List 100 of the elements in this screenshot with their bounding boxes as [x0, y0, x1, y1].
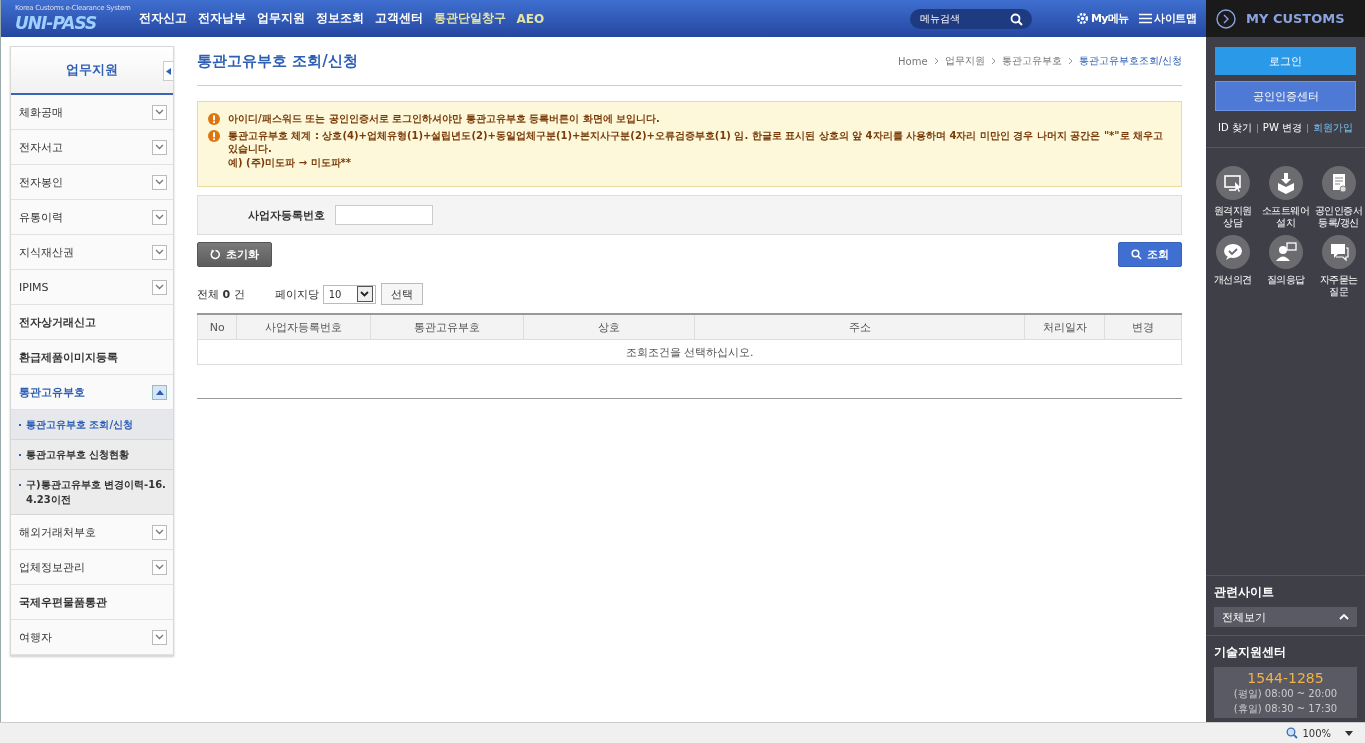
- submenu-item[interactable]: 통관고유부호 신청현황: [11, 440, 173, 470]
- certificate-center-button[interactable]: 공인인증센터: [1215, 81, 1356, 111]
- empty-message: 조회조건을 선택하십시오.: [197, 339, 1182, 365]
- column-header: No: [197, 314, 237, 340]
- sidebar-item[interactable]: 국제우편물품통관: [11, 585, 173, 620]
- page-size-select[interactable]: 10: [322, 284, 376, 304]
- per-page-label: 페이지당: [274, 286, 319, 302]
- sidebar-item[interactable]: 여행자: [11, 620, 173, 655]
- service-link[interactable]: 질의응답: [1259, 235, 1312, 298]
- account-link[interactable]: 회원가입: [1312, 121, 1353, 135]
- zoom-control[interactable]: 100%: [1286, 727, 1353, 739]
- sidebar-item-label: 유통이력: [19, 209, 63, 225]
- total-count: 전체 0 건: [197, 286, 245, 302]
- submenu-item[interactable]: 구)통관고유부호 변경이력-16.4.23이전: [11, 470, 173, 515]
- sidebar-item-label: 해외거래처부호: [19, 524, 96, 540]
- search-icon: [1131, 249, 1142, 260]
- toggle-icon[interactable]: [152, 629, 167, 645]
- sidebar-item[interactable]: 유통이력: [11, 200, 173, 235]
- warning-icon: [208, 129, 220, 142]
- sidebar-item[interactable]: 업체정보관리: [11, 550, 173, 585]
- toggle-icon[interactable]: [152, 104, 167, 120]
- warning-icon: [208, 113, 220, 125]
- page-title: 통관고유부호 조회/신청: [197, 51, 358, 71]
- sidebar-item-label: 지식재산권: [19, 244, 74, 260]
- breadcrumb-link[interactable]: 통관고유부호: [1001, 54, 1062, 68]
- sidebar-item-label: 국제우편물품통관: [19, 594, 107, 610]
- search-icon[interactable]: [1009, 12, 1023, 26]
- sidebar-item[interactable]: 체화공매: [11, 95, 173, 130]
- sidebar-item[interactable]: 전자상거래신고: [11, 305, 173, 340]
- menu-search-field[interactable]: 메뉴검색: [909, 8, 1032, 29]
- column-header: 사업자등록번호: [236, 314, 371, 340]
- my-menu-link[interactable]: My메뉴: [1075, 11, 1129, 26]
- service-link[interactable]: 개선의견: [1206, 235, 1259, 298]
- speech-bubbles-icon: [1321, 235, 1356, 269]
- toggle-icon[interactable]: [152, 209, 167, 225]
- nav-link[interactable]: 전자신고: [138, 10, 187, 27]
- sidebar-item[interactable]: 전자봉인: [11, 165, 173, 200]
- sidebar-item-label: 전자봉인: [19, 174, 63, 190]
- account-link[interactable]: PW 변경: [1262, 121, 1302, 135]
- certificate-icon: [1321, 166, 1356, 200]
- toggle-icon[interactable]: [152, 559, 167, 575]
- column-header: 변경: [1104, 314, 1182, 340]
- account-link[interactable]: ID 찾기: [1218, 121, 1252, 135]
- submenu-item[interactable]: 통관고유부호 조회/신청: [11, 410, 173, 440]
- breadcrumb-link[interactable]: 업무지원: [944, 54, 985, 68]
- logo-text: UNI-PASS: [15, 13, 97, 33]
- sidebar-item-label: IPIMS: [19, 280, 49, 294]
- collapse-sidebar-button[interactable]: [163, 61, 173, 81]
- sidebar-item-label: 전자상거래신고: [19, 314, 96, 330]
- nav-link[interactable]: 정보조회: [315, 10, 364, 27]
- sidebar-item[interactable]: 환급제품이미지등록: [11, 340, 173, 375]
- field-label: 사업자등록번호: [248, 207, 325, 223]
- sidebar-item-label: 여행자: [19, 629, 52, 645]
- toggle-icon[interactable]: [152, 524, 167, 540]
- chevron-icon: [1067, 55, 1073, 67]
- sidebar-item[interactable]: 통관고유부호: [11, 375, 173, 410]
- refresh-icon: [210, 249, 221, 260]
- notice-text: 통관고유부호 체계 : 상호(4)+업체유형(1)+설립년도(2)+동일업체구분(1)+본지사구분(2)+오류검증부호(1) 임. 한글로 표시된 상호의 앞 4자리를 사용하며 4자리 미만인 경우 나머지 공간은 "*"로 채우고 있습니다.: [228, 128, 1165, 156]
- zoom-icon: [1286, 727, 1299, 739]
- service-link[interactable]: 소프트웨어 설치: [1259, 166, 1312, 229]
- service-link[interactable]: 자주묻는 질문: [1312, 235, 1365, 298]
- sitemap-link[interactable]: 사이트맵: [1139, 11, 1196, 26]
- search-button[interactable]: 조회: [1118, 242, 1182, 267]
- sidebar-item[interactable]: 해외거래처부호: [11, 515, 173, 550]
- column-header: 처리일자: [1024, 314, 1105, 340]
- gear-icon: [1075, 12, 1089, 25]
- chevron-icon: [933, 55, 939, 67]
- nav-link[interactable]: 고객센터: [374, 10, 423, 27]
- nav-link[interactable]: 업무지원: [256, 10, 305, 27]
- chevron-icon: [990, 55, 996, 67]
- nav-link[interactable]: 전자납부: [197, 10, 246, 27]
- sidebar-item[interactable]: 전자서고: [11, 130, 173, 165]
- sidebar-item-label: 환급제품이미지등록: [19, 349, 118, 365]
- related-sites-select[interactable]: 전체보기: [1214, 607, 1357, 627]
- sidebar-item[interactable]: IPIMS: [11, 270, 173, 305]
- business-number-field[interactable]: [335, 205, 433, 225]
- download-box-icon: [1268, 166, 1303, 200]
- nav-link[interactable]: 통관단일창구: [433, 10, 506, 27]
- toggle-icon[interactable]: [152, 139, 167, 155]
- column-header: 상호: [523, 314, 695, 340]
- nav-link[interactable]: AEO: [516, 11, 545, 26]
- service-link[interactable]: 원격지원 상담: [1206, 166, 1259, 229]
- toggle-icon[interactable]: [152, 174, 167, 190]
- reset-button[interactable]: 초기화: [197, 242, 272, 267]
- breadcrumb-link[interactable]: 통관고유부호조회/신청: [1078, 54, 1182, 68]
- sidebar-title: 업무지원: [66, 61, 118, 79]
- toggle-icon[interactable]: [152, 244, 167, 260]
- service-link[interactable]: 공인인증서 등록/갱신: [1312, 166, 1365, 229]
- select-button[interactable]: 선택: [380, 283, 423, 305]
- column-header: 주소: [694, 314, 1025, 340]
- chat-check-icon: [1215, 235, 1250, 269]
- toggle-icon[interactable]: [152, 279, 167, 295]
- section-title: 관련사이트: [1214, 584, 1275, 601]
- breadcrumb-link[interactable]: Home: [898, 55, 928, 67]
- sidebar-item-label: 업체정보관리: [19, 559, 85, 575]
- toggle-icon[interactable]: [152, 384, 167, 400]
- notice-text: 아이디/패스워드 또는 공인인증서로 로그인하셔야만 통관고유부호 등록버튼이 화면에 보입니다.: [228, 112, 660, 126]
- dropdown-icon: [356, 286, 373, 302]
- chevron-circle-icon[interactable]: [1216, 8, 1236, 29]
- sidebar-item[interactable]: 지식재산권: [11, 235, 173, 270]
